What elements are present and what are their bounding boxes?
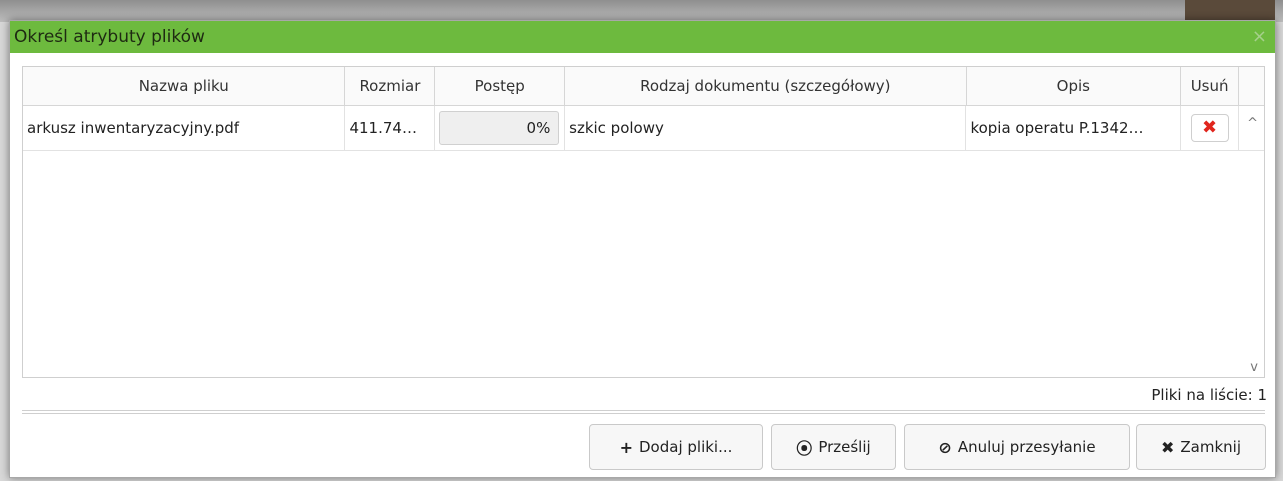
delete-cell: ✖ — [1181, 106, 1240, 150]
cancel-upload-label: Anuluj przesyłanie — [957, 438, 1096, 456]
file-size-cell: 411.74… — [345, 106, 436, 150]
column-header-description[interactable]: Opis — [967, 67, 1182, 105]
vertical-scrollbar[interactable]: ^ v — [1239, 106, 1264, 377]
document-type-cell[interactable]: szkic polowy — [565, 106, 967, 150]
grid-header: Nazwa pliku Rozmiar Postęp Rodzaj dokume… — [23, 67, 1264, 106]
cancel-upload-button[interactable]: ⊘ Anuluj przesyłanie — [904, 424, 1130, 470]
description-cell[interactable]: kopia operatu P.1342… — [966, 106, 1182, 150]
plus-icon: + — [619, 437, 633, 457]
close-button[interactable]: ✖ Zamknij — [1136, 424, 1266, 470]
progress-value: 0% — [526, 119, 551, 137]
add-files-label: Dodaj pliki... — [639, 438, 733, 456]
column-header-type[interactable]: Rodzaj dokumentu (szczegółowy) — [565, 67, 967, 105]
close-icon[interactable]: × — [1252, 28, 1267, 46]
progress-cell: 0% — [435, 106, 566, 150]
background-window-corner — [1185, 0, 1275, 22]
file-attributes-dialog: Określ atrybuty plików × Nazwa pliku Roz… — [9, 20, 1276, 478]
scroll-up-icon[interactable]: ^ — [1247, 116, 1258, 131]
column-header-name[interactable]: Nazwa pliku — [23, 67, 346, 105]
scroll-down-icon[interactable]: v — [1250, 360, 1258, 375]
ban-icon: ⊘ — [938, 437, 952, 457]
divider — [22, 410, 1265, 414]
column-header-progress[interactable]: Postęp — [435, 67, 566, 105]
send-button[interactable]: ⦿ Prześlij — [771, 424, 896, 470]
close-label: Zamknij — [1180, 438, 1241, 456]
files-grid: Nazwa pliku Rozmiar Postęp Rodzaj dokume… — [22, 66, 1265, 378]
background-window — [0, 0, 1283, 22]
column-header-size[interactable]: Rozmiar — [345, 67, 436, 105]
send-label: Prześlij — [818, 438, 871, 456]
progress-bar: 0% — [439, 111, 560, 145]
file-count-label: Pliki na liście: 1 — [1151, 386, 1267, 404]
column-header-scroll-spacer — [1239, 67, 1264, 105]
close-x-icon: ✖ — [1160, 437, 1175, 457]
column-header-delete[interactable]: Usuń — [1181, 67, 1240, 105]
upload-circle-icon: ⦿ — [796, 439, 813, 458]
table-row[interactable]: arkusz inwentaryzacyjny.pdf 411.74… 0% s… — [23, 106, 1264, 151]
file-name-cell: arkusz inwentaryzacyjny.pdf — [23, 106, 346, 150]
delete-icon: ✖ — [1202, 117, 1218, 138]
dialog-titlebar: Określ atrybuty plików × — [10, 21, 1275, 53]
add-files-button[interactable]: + Dodaj pliki... — [589, 424, 763, 470]
dialog-title: Określ atrybuty plików — [14, 27, 205, 47]
delete-button[interactable]: ✖ — [1190, 114, 1229, 142]
